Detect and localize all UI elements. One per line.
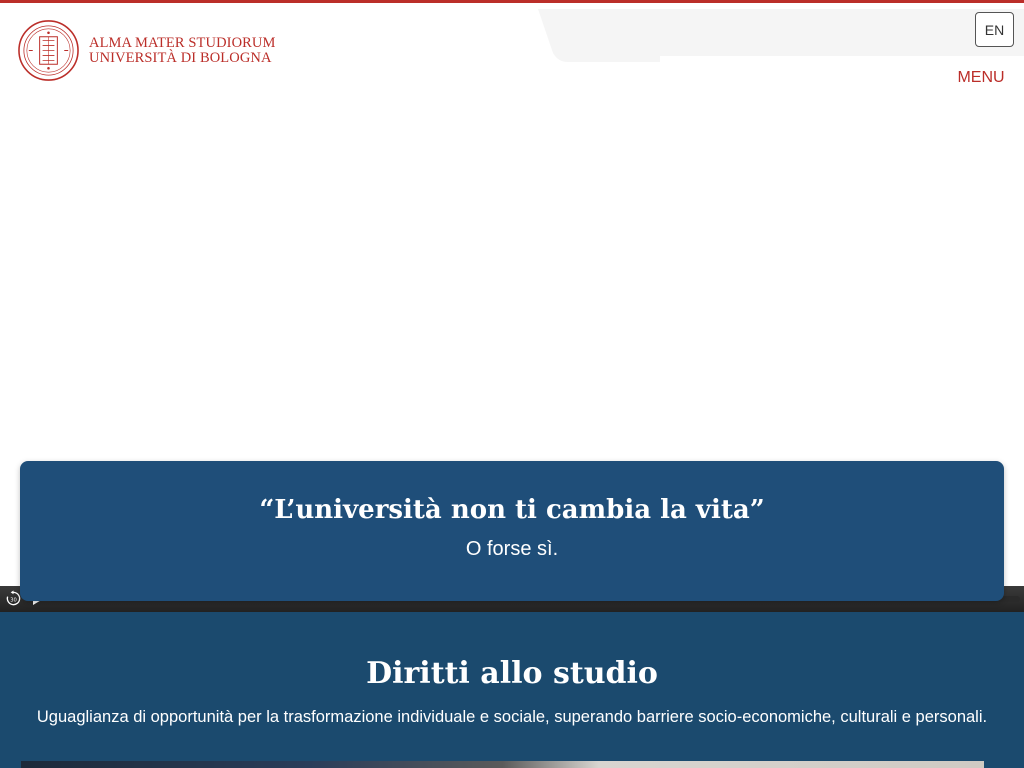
university-seal-icon xyxy=(18,20,79,81)
rights-section-description: Uguaglianza di opportunità per la trasfo… xyxy=(36,708,988,726)
university-logo[interactable]: ALMA MATER STUDIORUM UNIVERSITÀ DI BOLOG… xyxy=(17,19,276,82)
svg-text:30: 30 xyxy=(10,597,17,603)
logo-line-1: ALMA MATER STUDIORUM xyxy=(89,34,276,51)
logo-line-2: UNIVERSITÀ DI BOLOGNA xyxy=(89,49,272,66)
header-decorative-shape xyxy=(538,9,1024,62)
hero-quote-subtitle: O forse sì. xyxy=(465,538,559,560)
rights-section-title: Diritti allo studio xyxy=(366,656,658,691)
rights-section-image xyxy=(21,761,984,768)
language-switch-button[interactable]: EN xyxy=(975,12,1014,47)
hero-quote-title: “L’università non ti cambia la vita” xyxy=(259,495,765,525)
rights-section: Diritti allo studio Uguaglianza di oppor… xyxy=(0,612,1024,768)
site-header: ALMA MATER STUDIORUM UNIVERSITÀ DI BOLOG… xyxy=(0,3,1024,103)
logo-text: ALMA MATER STUDIORUM UNIVERSITÀ DI BOLOG… xyxy=(89,34,276,66)
menu-button[interactable]: MENU xyxy=(951,66,1011,90)
hero-quote-card: “L’università non ti cambia la vita” O f… xyxy=(20,461,1004,601)
